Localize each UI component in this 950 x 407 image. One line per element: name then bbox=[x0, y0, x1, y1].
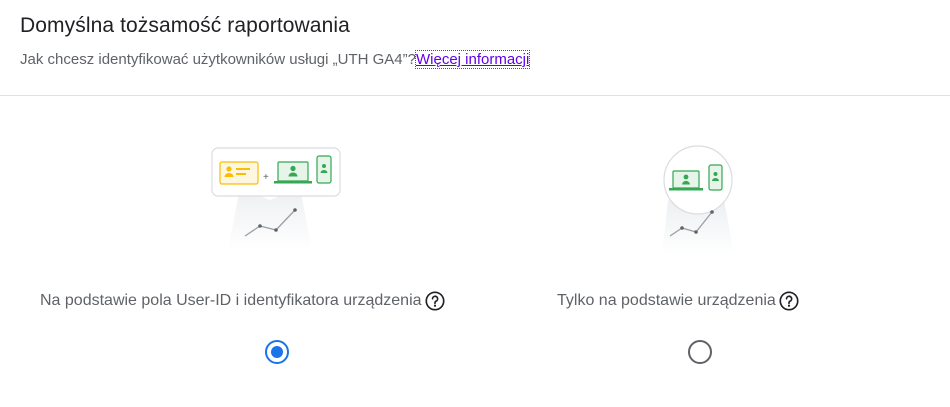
user-id-card-icon bbox=[219, 161, 259, 185]
phone-user-icon bbox=[316, 155, 332, 184]
option-label-row: Tylko na podstawie urządzenia bbox=[557, 290, 800, 312]
svg-text:+: + bbox=[263, 172, 269, 183]
radio-selected[interactable] bbox=[264, 339, 290, 365]
header: Domyślna tożsamość raportowania Jak chce… bbox=[0, 0, 950, 96]
option-label: Tylko na podstawie urządzenia bbox=[557, 292, 776, 309]
subtitle-text: Jak chcesz identyfikować użytkowników us… bbox=[20, 51, 416, 68]
more-info-link[interactable]: Więcej informacji bbox=[414, 50, 531, 69]
user-id-device-illustration: + bbox=[211, 147, 341, 250]
help-icon[interactable] bbox=[778, 290, 800, 312]
option-label-row: Na podstawie pola User-ID i identyfikato… bbox=[40, 290, 446, 312]
radio-unselected[interactable] bbox=[687, 339, 713, 365]
option-label: Na podstawie pola User-ID i identyfikato… bbox=[40, 292, 422, 309]
page-subtitle: Jak chcesz identyfikować użytkowników us… bbox=[20, 50, 531, 69]
help-icon[interactable] bbox=[424, 290, 446, 312]
device-only-illustration bbox=[662, 145, 734, 254]
laptop-user-icon bbox=[669, 170, 703, 191]
page-title: Domyślna tożsamość raportowania bbox=[20, 14, 350, 37]
laptop-user-icon bbox=[274, 161, 312, 184]
phone-user-icon bbox=[708, 164, 723, 191]
